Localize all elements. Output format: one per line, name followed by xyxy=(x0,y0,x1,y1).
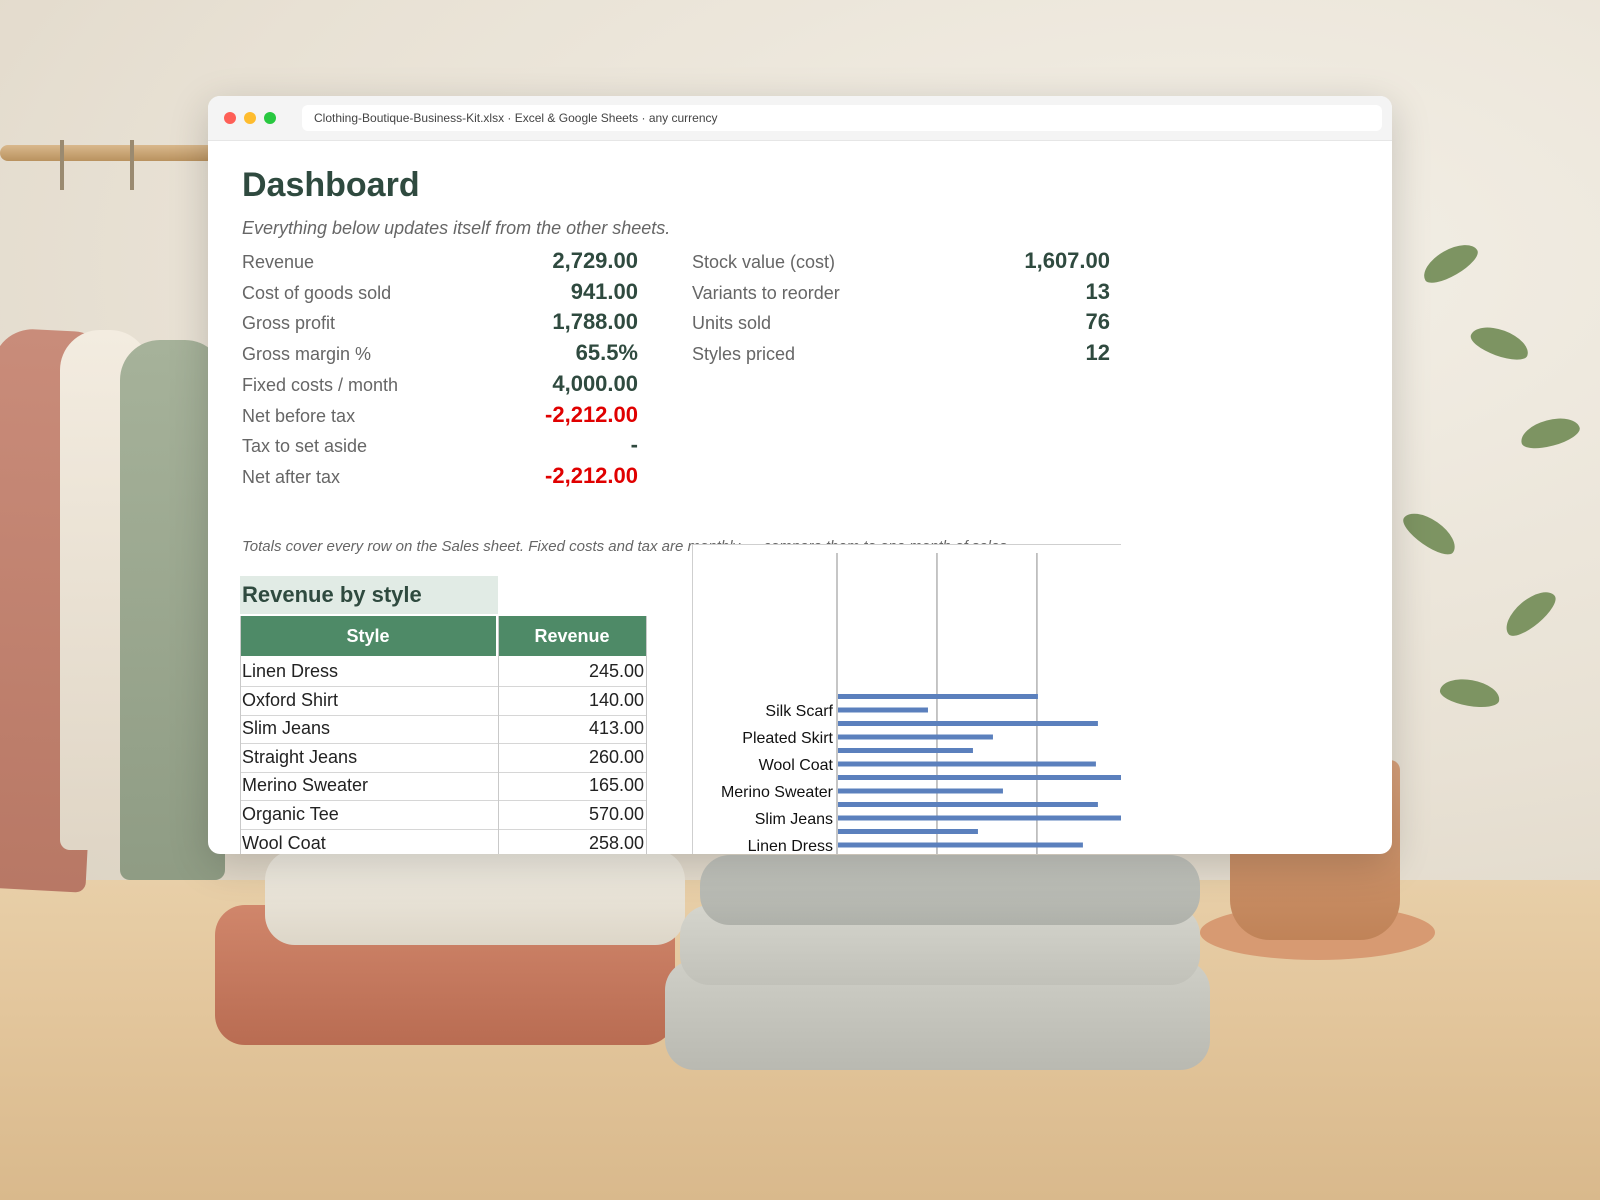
revenue-cell[interactable]: 413.00 xyxy=(589,718,644,739)
chart-bar[interactable] xyxy=(838,694,1038,699)
kpi-label: Gross margin % xyxy=(242,344,372,365)
table-row[interactable]: Organic Tee 570.00 xyxy=(240,800,646,830)
kpi-value: 1,607.00 xyxy=(1024,248,1110,273)
revenue-cell[interactable]: 245.00 xyxy=(589,661,644,682)
style-cell[interactable]: Wool Coat xyxy=(242,833,326,854)
kpi-value: 941.00 xyxy=(570,278,638,304)
chart-bar[interactable] xyxy=(838,815,1121,821)
chart-bar[interactable] xyxy=(838,761,1096,767)
chart-bar[interactable] xyxy=(838,721,1098,726)
kpi-value: -2,212.00 xyxy=(545,462,638,488)
kpi-value: 4,000.00 xyxy=(552,370,638,396)
table-header-revenue[interactable]: Revenue xyxy=(498,616,646,656)
kpi-value: 76 xyxy=(1085,309,1110,335)
revenue-bar-chart: Linen Dress Slim Jeans Merino Sweater Wool … xyxy=(721,553,1121,854)
kpi-label: Styles priced xyxy=(692,344,796,365)
kpi-value: 13 xyxy=(1085,278,1110,304)
address-bar[interactable]: Clothing-Boutique-Business-Kit.xlsx · Ex… xyxy=(302,105,1382,131)
folded-knit xyxy=(265,850,685,945)
kpi-label: Stock value (cost) xyxy=(692,252,836,272)
chart-bar[interactable] xyxy=(838,707,928,713)
kpi-label: Units sold xyxy=(692,313,772,334)
chart-bar[interactable] xyxy=(838,788,1003,794)
kpi-label: Net before tax xyxy=(242,405,356,426)
chart-bar[interactable] xyxy=(838,775,1121,780)
table-row[interactable]: Slim Jeans 413.00 xyxy=(240,714,646,745)
style-cell[interactable]: Straight Jeans xyxy=(242,747,357,768)
chart-bar[interactable] xyxy=(838,802,1098,807)
kpi-value: -2,212.00 xyxy=(545,401,638,427)
chart-bar[interactable] xyxy=(838,842,1083,848)
kpi-label: Net after tax xyxy=(242,466,341,487)
chart-bar[interactable] xyxy=(838,829,978,834)
kpi-value: 2,729.00 xyxy=(552,248,638,273)
page-title: Dashboard xyxy=(242,166,420,204)
revenue-cell[interactable]: 140.00 xyxy=(589,690,644,711)
table-row[interactable]: Linen Dress 245.00 xyxy=(240,657,646,687)
chart-tick-label: Silk Scarf xyxy=(765,703,833,720)
maximize-button[interactable] xyxy=(264,112,276,124)
table-column-divider xyxy=(646,616,647,854)
table-row[interactable]: Oxford Shirt 140.00 xyxy=(240,686,646,716)
title-bar: Clothing-Boutique-Business-Kit.xlsx · Ex… xyxy=(208,96,1392,141)
style-cell[interactable]: Merino Sweater xyxy=(242,775,368,796)
kpi-label: Variants to reorder xyxy=(692,282,840,303)
hanger xyxy=(130,140,134,190)
kpi-value: 12 xyxy=(1085,340,1110,366)
hanger xyxy=(60,140,64,190)
chart-tick-label: Wool Coat xyxy=(759,757,834,774)
chart-tick-label: Merino Sweater xyxy=(721,784,834,801)
revenue-by-style-title: Revenue by style xyxy=(240,576,498,614)
kpi-label: Cost of goods sold xyxy=(242,282,392,303)
kpi-value: 1,788.00 xyxy=(552,309,638,335)
chart-bar[interactable] xyxy=(838,734,993,740)
kpi-value: 65.5% xyxy=(575,340,638,366)
kpi-label: Gross profit xyxy=(242,313,336,334)
revenue-cell[interactable]: 260.00 xyxy=(589,747,644,768)
table-column-divider xyxy=(240,616,241,854)
style-cell[interactable]: Linen Dress xyxy=(242,661,338,682)
table-row[interactable]: Wool Coat 258.00 xyxy=(240,829,646,854)
minimize-button[interactable] xyxy=(244,112,256,124)
page-subtitle: Everything below updates itself from the… xyxy=(242,218,671,238)
chart-tick-label: Linen Dress xyxy=(748,838,833,854)
revenue-cell[interactable]: 165.00 xyxy=(589,775,644,796)
revenue-chart[interactable]: Linen Dress Slim Jeans Merino Sweater Wool … xyxy=(692,544,1121,854)
chart-tick-label: Slim Jeans xyxy=(755,811,833,828)
table-row[interactable]: Straight Jeans 260.00 xyxy=(240,743,646,773)
style-cell[interactable]: Slim Jeans xyxy=(242,718,330,739)
spreadsheet-window: Clothing-Boutique-Business-Kit.xlsx · Ex… xyxy=(208,96,1392,854)
table-header-style[interactable]: Style xyxy=(240,616,496,656)
clothing-rail xyxy=(0,145,215,161)
style-cell[interactable]: Oxford Shirt xyxy=(242,690,338,711)
dashboard-sheet: Dashboard Everything below updates itsel… xyxy=(208,140,1392,854)
kpi-label: Revenue xyxy=(242,252,315,272)
kpi-value: - xyxy=(630,432,638,458)
revenue-cell[interactable]: 570.00 xyxy=(589,804,644,825)
style-cell[interactable]: Organic Tee xyxy=(242,804,339,825)
revenue-cell[interactable]: 258.00 xyxy=(589,833,644,854)
folded-knit xyxy=(700,855,1200,925)
kpi-label: Fixed costs / month xyxy=(242,374,399,395)
kpi-label: Tax to set aside xyxy=(242,436,368,457)
table-row[interactable]: Merino Sweater 165.00 xyxy=(240,771,646,802)
chart-tick-label: Pleated Skirt xyxy=(742,730,833,747)
table-column-divider xyxy=(498,616,499,854)
chart-bar[interactable] xyxy=(838,748,973,753)
close-button[interactable] xyxy=(224,112,236,124)
